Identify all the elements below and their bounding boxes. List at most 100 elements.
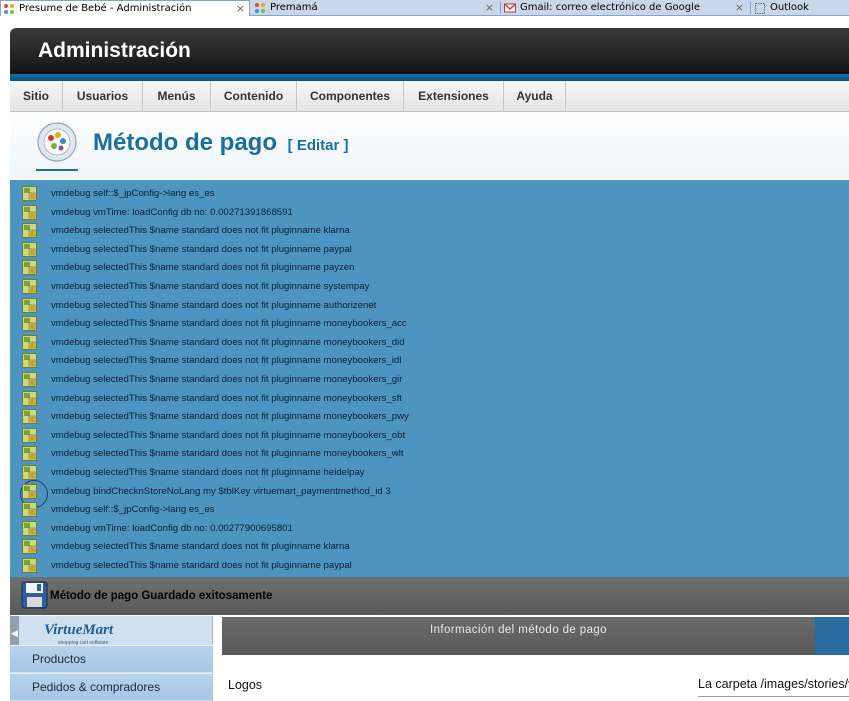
save-success-text: Método de pago Guardado exitosamente bbox=[50, 590, 273, 602]
tab-title: Presume de Bebé - Administración bbox=[19, 3, 192, 14]
debug-notice-icon bbox=[22, 297, 37, 313]
menu-item-sitio[interactable]: Sitio bbox=[10, 81, 63, 112]
debug-message-text: vmdebug bindChecknStoreNoLang my $tblKey… bbox=[51, 485, 391, 497]
page-title-bar: Método de pago [ Editar ] bbox=[10, 113, 849, 178]
debug-messages: vmdebug self::$_jpConfig->lang es_esvmde… bbox=[10, 180, 849, 577]
menu-item-contenido[interactable]: Contenido bbox=[211, 81, 297, 112]
debug-message-text: vmdebug self::$_jpConfig->lang es_es bbox=[51, 504, 215, 516]
debug-message-row: vmdebug selectedThis $name standard does… bbox=[22, 371, 622, 389]
debug-message-text: vmdebug selectedThis $name standard does… bbox=[51, 392, 402, 404]
debug-message-row: vmdebug selectedThis $name standard does… bbox=[22, 390, 622, 408]
page-title: Método de pago [ Editar ] bbox=[93, 129, 349, 157]
debug-message-row: vmdebug selectedThis $name standard does… bbox=[22, 408, 622, 426]
debug-message-row: vmdebug bindChecknStoreNoLang my $tblKey… bbox=[22, 483, 622, 501]
admin-page: Administración Sitio Usuarios Menús Cont… bbox=[10, 24, 849, 701]
title-icon-underline bbox=[36, 169, 78, 171]
debug-message-text: vmdebug selectedThis $name standard does… bbox=[51, 318, 407, 330]
menu-item-usuarios[interactable]: Usuarios bbox=[63, 81, 143, 112]
browser-tab-gmail[interactable]: Gmail: correo electrónico de Google × bbox=[502, 0, 748, 16]
debug-notice-icon bbox=[22, 316, 37, 332]
debug-notice-icon bbox=[22, 186, 37, 201]
debug-notice-icon bbox=[22, 390, 37, 406]
main-menu: Sitio Usuarios Menús Contenido Component… bbox=[10, 81, 849, 112]
debug-notice-icon bbox=[22, 558, 37, 573]
logos-field-underline bbox=[698, 696, 849, 697]
debug-message-text: vmdebug vmTime: loadConfig db no: 0.0027… bbox=[51, 522, 293, 534]
page-title-text: Método de pago bbox=[93, 129, 277, 156]
debug-notice-icon bbox=[22, 465, 37, 480]
browser-tab-outlook[interactable]: Outlook bbox=[752, 0, 849, 16]
debug-message-row: vmdebug selectedThis $name standard does… bbox=[22, 315, 622, 333]
logos-label: Logos bbox=[228, 678, 263, 692]
debug-message-row: vmdebug vmTime: loadConfig db no: 0.0027… bbox=[22, 204, 622, 222]
debug-message-text: vmdebug vmTime: loadConfig db no: 0.0027… bbox=[51, 206, 293, 218]
admin-header: Administración bbox=[10, 28, 849, 74]
tab-separator bbox=[500, 2, 501, 14]
debug-message-text: vmdebug selectedThis $name standard does… bbox=[51, 374, 403, 385]
gmail-icon bbox=[504, 3, 516, 13]
debug-message-row: vmdebug self::$_jpConfig->lang es_es bbox=[22, 501, 622, 519]
debug-message-text: vmdebug selectedThis $name standard does… bbox=[51, 467, 365, 478]
debug-message-row: vmdebug selectedThis $name standard does… bbox=[22, 538, 622, 556]
debug-notice-icon bbox=[22, 409, 37, 425]
browser-tab-premama[interactable]: Premamá × bbox=[252, 0, 498, 16]
debug-message-text: vmdebug selectedThis $name standard does… bbox=[51, 429, 406, 441]
debug-message-text: vmdebug selectedThis $name standard does… bbox=[51, 281, 370, 292]
page-icon bbox=[755, 3, 765, 14]
tab-separator bbox=[750, 2, 751, 14]
debug-message-text: vmdebug selectedThis $name standard does… bbox=[51, 560, 352, 571]
payment-method-icon bbox=[37, 122, 77, 162]
debug-message-text: vmdebug self::$_jpConfig->lang es_es bbox=[51, 188, 215, 199]
debug-message-row: vmdebug selectedThis $name standard does… bbox=[22, 445, 622, 463]
debug-notice-icon bbox=[22, 241, 37, 257]
debug-message-row: vmdebug selectedThis $name standard does… bbox=[22, 464, 622, 482]
debug-message-row: vmdebug selectedThis $name standard does… bbox=[22, 259, 622, 277]
close-icon[interactable]: × bbox=[236, 1, 245, 16]
debug-message-row: vmdebug selectedThis $name standard does… bbox=[22, 297, 622, 315]
debug-notice-icon bbox=[22, 483, 37, 499]
header-accent-bar bbox=[10, 74, 849, 81]
debug-notice-icon bbox=[22, 260, 37, 276]
debug-message-row: vmdebug selectedThis $name standard does… bbox=[22, 222, 622, 240]
debug-message-text: vmdebug selectedThis $name standard does… bbox=[51, 299, 377, 311]
debug-message-text: vmdebug selectedThis $name standard does… bbox=[51, 541, 350, 553]
browser-tab-strip: Presume de Bebé - Administración × Prema… bbox=[0, 0, 849, 16]
debug-message-text: vmdebug selectedThis $name standard does… bbox=[51, 225, 350, 237]
browser-tab-presume[interactable]: Presume de Bebé - Administración × bbox=[0, 0, 250, 16]
debug-notice-icon bbox=[22, 520, 37, 536]
debug-message-text: vmdebug selectedThis $name standard does… bbox=[51, 411, 409, 423]
sidebar-item-productos[interactable]: Productos bbox=[10, 645, 213, 672]
tab-title: Outlook bbox=[770, 2, 809, 13]
logos-folder-hint: La carpeta /images/stories/virtuemart/pa… bbox=[698, 677, 849, 691]
virtuemart-logo-text: VirtueMart bbox=[44, 622, 114, 638]
debug-message-row: vmdebug selectedThis $name standard does… bbox=[22, 427, 622, 445]
debug-notice-icon bbox=[22, 539, 37, 555]
debug-notice-icon bbox=[22, 334, 37, 350]
sidebar-item-pedidos[interactable]: Pedidos & compradores bbox=[10, 673, 213, 700]
debug-message-row: vmdebug self::$_jpConfig->lang es_es bbox=[22, 185, 622, 203]
close-icon[interactable]: × bbox=[735, 0, 744, 15]
debug-notice-icon bbox=[22, 279, 37, 294]
menu-item-menus[interactable]: Menús bbox=[143, 81, 211, 112]
debug-message-row: vmdebug selectedThis $name standard does… bbox=[22, 352, 622, 370]
debug-message-text: vmdebug selectedThis $name standard does… bbox=[51, 448, 404, 460]
close-icon[interactable]: × bbox=[485, 0, 494, 15]
debug-notice-icon bbox=[22, 427, 37, 443]
content-lower: ◀ VirtueMart shopping cart software Prod… bbox=[10, 616, 849, 701]
admin-title: Administración bbox=[38, 39, 191, 62]
debug-message-row: vmdebug selectedThis $name standard does… bbox=[22, 334, 622, 352]
floppy-disk-icon bbox=[21, 581, 48, 609]
menu-item-extensiones[interactable]: Extensiones bbox=[404, 81, 504, 112]
debug-message-text: vmdebug selectedThis $name standard does… bbox=[51, 243, 352, 255]
page-title-edit: [ Editar ] bbox=[287, 137, 349, 154]
debug-message-text: vmdebug selectedThis $name standard does… bbox=[51, 336, 405, 348]
debug-message-text: vmdebug selectedThis $name standard does… bbox=[51, 355, 402, 367]
menu-item-ayuda[interactable]: Ayuda bbox=[504, 81, 566, 112]
save-message-bar: Método de pago Guardado exitosamente bbox=[10, 577, 849, 615]
debug-notice-icon bbox=[22, 502, 37, 518]
debug-notice-icon bbox=[22, 372, 37, 387]
debug-message-row: vmdebug selectedThis $name standard does… bbox=[22, 278, 622, 296]
menu-item-componentes[interactable]: Componentes bbox=[297, 81, 404, 112]
debug-message-row: vmdebug selectedThis $name standard does… bbox=[22, 241, 622, 259]
payment-info-accent bbox=[815, 617, 849, 655]
